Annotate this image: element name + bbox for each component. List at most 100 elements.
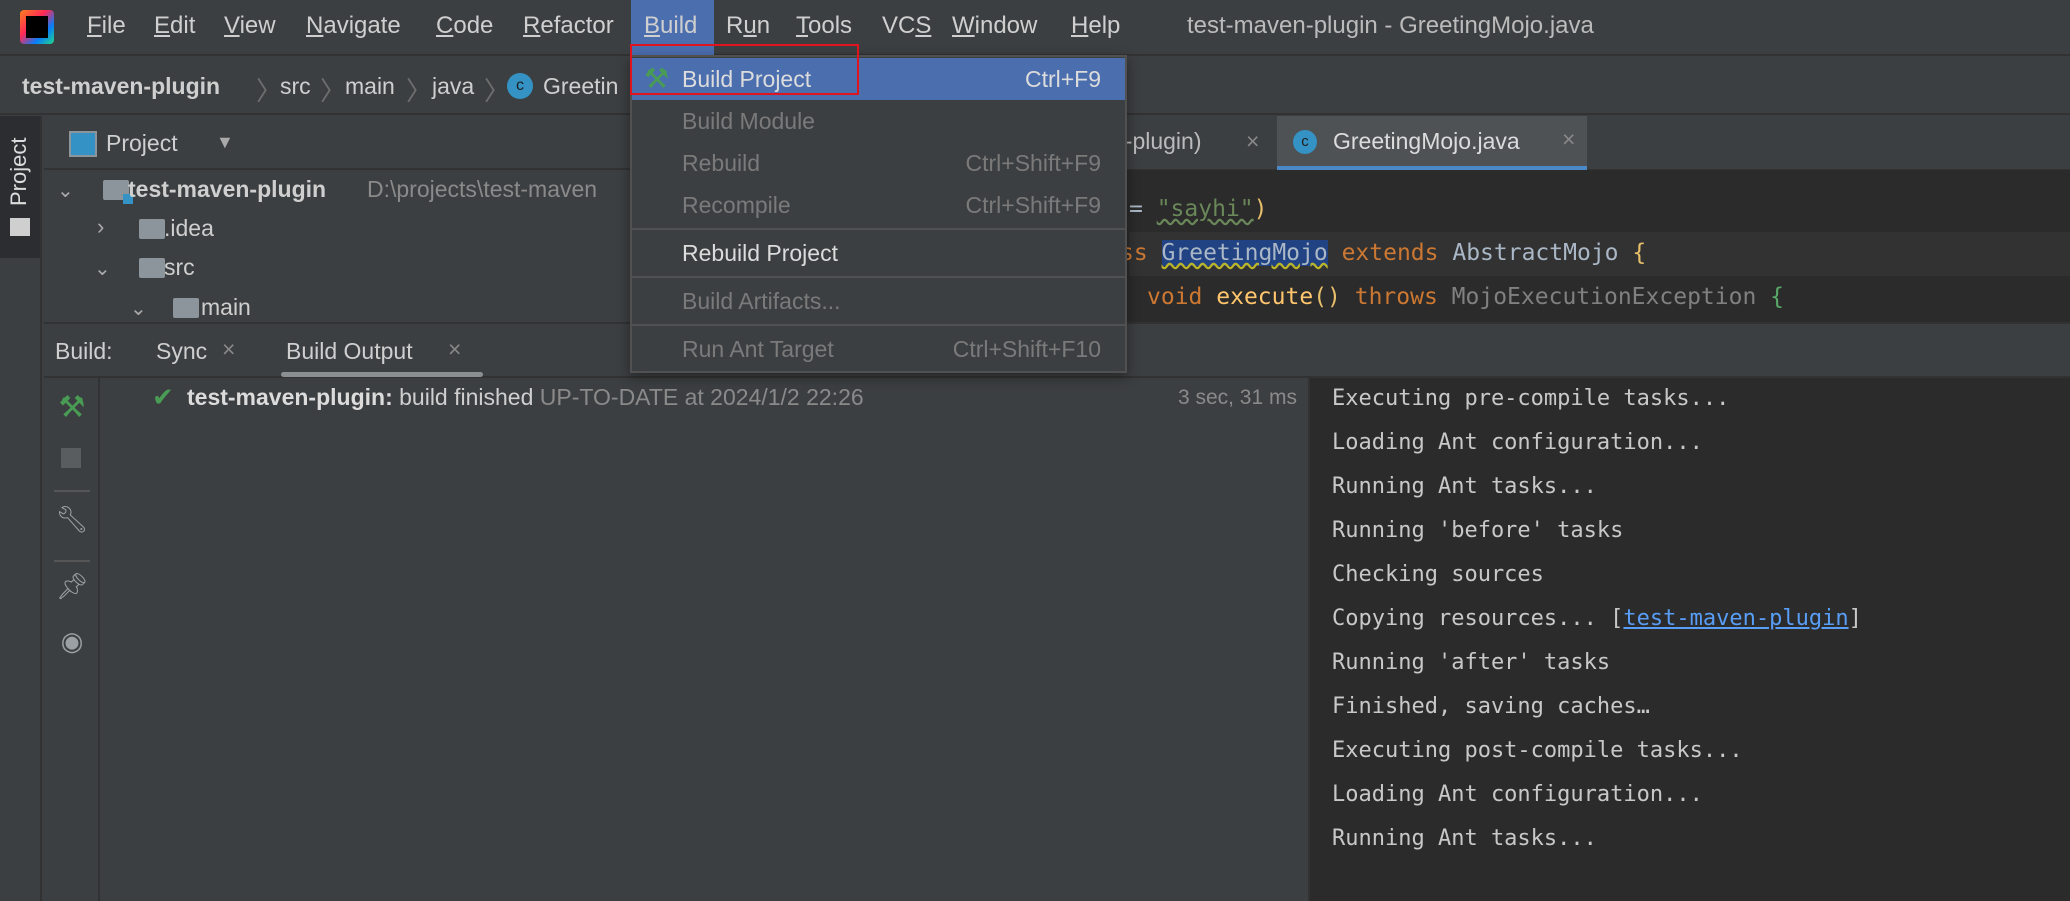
menu-item-label: Build Module (682, 108, 815, 134)
wrench-icon[interactable]: 🔧︎ (44, 504, 100, 535)
menu-edit[interactable]: Edit (154, 12, 195, 40)
chevron-down-icon[interactable]: ▼ (216, 132, 234, 153)
breadcrumb-java[interactable]: java (432, 73, 474, 100)
chevron-right-icon[interactable]: › (97, 214, 104, 240)
code-keyword: extends (1327, 240, 1453, 266)
menu-item-recompile[interactable]: Recompile Ctrl+Shift+F9 (632, 184, 1125, 226)
project-side-tab-label: Project (6, 137, 31, 206)
tree-item-main[interactable]: main (201, 294, 251, 321)
close-icon[interactable]: × (448, 336, 461, 363)
console-text: Copying resources... [ (1332, 606, 1624, 631)
tab-sync[interactable]: Sync (156, 338, 207, 365)
toolbar-divider (54, 560, 90, 562)
folder-icon (10, 218, 30, 236)
menu-file[interactable]: File (87, 12, 126, 40)
console-line: Copying resources... [test-maven-plugin] (1332, 606, 1862, 631)
eye-icon[interactable]: ◉ (44, 626, 100, 657)
menu-view[interactable]: View (224, 12, 276, 40)
left-tool-strip: Project (0, 116, 42, 901)
chevron-down-icon[interactable]: ⌄ (57, 178, 74, 203)
highlight-annotation-box (630, 44, 859, 95)
build-label: Build: (55, 338, 113, 364)
check-icon: ✔ (152, 382, 174, 412)
menu-help[interactable]: Help (1071, 12, 1120, 40)
breadcrumb-separator: 〉 (406, 76, 433, 106)
menu-run[interactable]: Run (726, 12, 770, 40)
menu-item-rebuild-project[interactable]: Rebuild Project (632, 232, 1125, 274)
code-token: = (1129, 196, 1157, 222)
build-result-status: build finished (399, 384, 534, 410)
menu-item-label: Recompile (682, 192, 791, 218)
menu-item-build-module[interactable]: Build Module (632, 100, 1125, 142)
intellij-idea-logo (20, 10, 54, 44)
build-menu-dropdown: ⚒ Build Project Ctrl+F9 Build Module Reb… (630, 55, 1127, 373)
console-text: ] (1848, 606, 1862, 631)
close-icon[interactable]: × (1562, 126, 1575, 153)
menu-build[interactable]: Build (644, 12, 697, 40)
code-line: = "sayhi") (1129, 196, 1268, 222)
menu-item-shortcut: Ctrl+F9 (1024, 66, 1101, 92)
menu-code[interactable]: Code (436, 12, 493, 40)
console-line: Running Ant tasks... (1332, 826, 1597, 851)
code-token: ) (1253, 196, 1268, 222)
code-token: { (1618, 240, 1647, 266)
code-line: void execute() throws MojoExecutionExcep… (1147, 284, 1784, 310)
menu-tools[interactable]: Tools (796, 12, 852, 40)
build-result-row[interactable]: test-maven-plugin: build finished UP-TO-… (187, 384, 864, 411)
build-duration: 3 sec, 31 ms (1177, 386, 1297, 409)
tab-build-output[interactable]: Build Output (286, 338, 413, 365)
breadcrumb-project[interactable]: test-maven-plugin (22, 73, 220, 100)
build-result-detail: UP-TO-DATE at 2024/1/2 22:26 (539, 384, 864, 410)
chevron-down-icon[interactable]: ⌄ (130, 296, 147, 321)
menu-item-build-artifacts[interactable]: Build Artifacts... (632, 280, 1125, 322)
menu-window[interactable]: Window (952, 12, 1037, 40)
breadcrumb-class[interactable]: Greetin (543, 73, 618, 100)
tree-item-idea[interactable]: .idea (164, 215, 214, 242)
close-icon[interactable]: × (1246, 128, 1259, 155)
code-token: MojoExecutionException (1451, 284, 1757, 310)
breadcrumb-separator: 〉 (484, 76, 511, 106)
close-icon[interactable]: × (222, 336, 235, 363)
chevron-down-icon[interactable]: ⌄ (94, 256, 111, 281)
console-line: Loading Ant configuration... (1332, 782, 1703, 807)
editor-tab-label: GreetingMojo.java (1333, 128, 1520, 154)
tree-item-root[interactable]: test-maven-plugin (128, 176, 326, 203)
toolbar-divider (54, 490, 90, 492)
menu-refactor[interactable]: Refactor (523, 12, 614, 40)
class-icon: c (507, 73, 533, 99)
menu-separator (632, 276, 1125, 278)
menu-bar: File Edit View Navigate Code Refactor Bu… (0, 0, 2070, 56)
project-side-tab[interactable]: Project (0, 116, 40, 258)
menu-navigate[interactable]: Navigate (306, 12, 401, 40)
class-icon: c (1293, 130, 1317, 154)
console-link[interactable]: test-maven-plugin (1623, 606, 1848, 631)
code-token: AbstractMojo (1452, 240, 1619, 266)
menu-item-label: Build Artifacts... (682, 288, 841, 314)
build-result-project: test-maven-plugin: (187, 384, 393, 410)
build-console[interactable]: Executing pre-compile tasks... Loading A… (1308, 378, 2070, 901)
code-keyword: void (1147, 284, 1217, 310)
menu-item-rebuild[interactable]: Rebuild Ctrl+Shift+F9 (632, 142, 1125, 184)
menu-item-label: Run Ant Target (682, 336, 834, 362)
breadcrumb-separator: 〉 (320, 76, 347, 106)
console-line: Checking sources (1332, 562, 1544, 587)
menu-item-shortcut: Ctrl+Shift+F10 (952, 336, 1101, 362)
breadcrumb-main[interactable]: main (345, 73, 395, 100)
tree-item-src[interactable]: src (164, 254, 195, 281)
menu-vcs[interactable]: VCS (882, 12, 931, 40)
breadcrumb-src[interactable]: src (280, 73, 311, 100)
menu-item-shortcut: Ctrl+Shift+F9 (965, 192, 1102, 218)
build-toolbar: ⚒ 🔧︎ 📌︎ ◉ (44, 378, 100, 901)
project-panel-title[interactable]: Project (106, 130, 178, 157)
code-class-name: GreetingMojo (1161, 240, 1328, 266)
hammer-icon[interactable]: ⚒ (44, 390, 100, 425)
editor-tab-greetingmojo[interactable]: c GreetingMojo.java × (1277, 116, 1587, 170)
code-method: execute (1216, 284, 1314, 310)
stop-icon[interactable] (61, 448, 81, 468)
pin-icon[interactable]: 📌︎ (44, 571, 100, 602)
folder-icon (173, 298, 199, 318)
tree-item-root-path: D:\projects\test-maven (367, 176, 598, 202)
console-line: Loading Ant configuration... (1332, 430, 1703, 455)
menu-item-run-ant-target[interactable]: Run Ant Target Ctrl+Shift+F10 (632, 328, 1125, 370)
console-line: Finished, saving caches… (1332, 694, 1650, 719)
